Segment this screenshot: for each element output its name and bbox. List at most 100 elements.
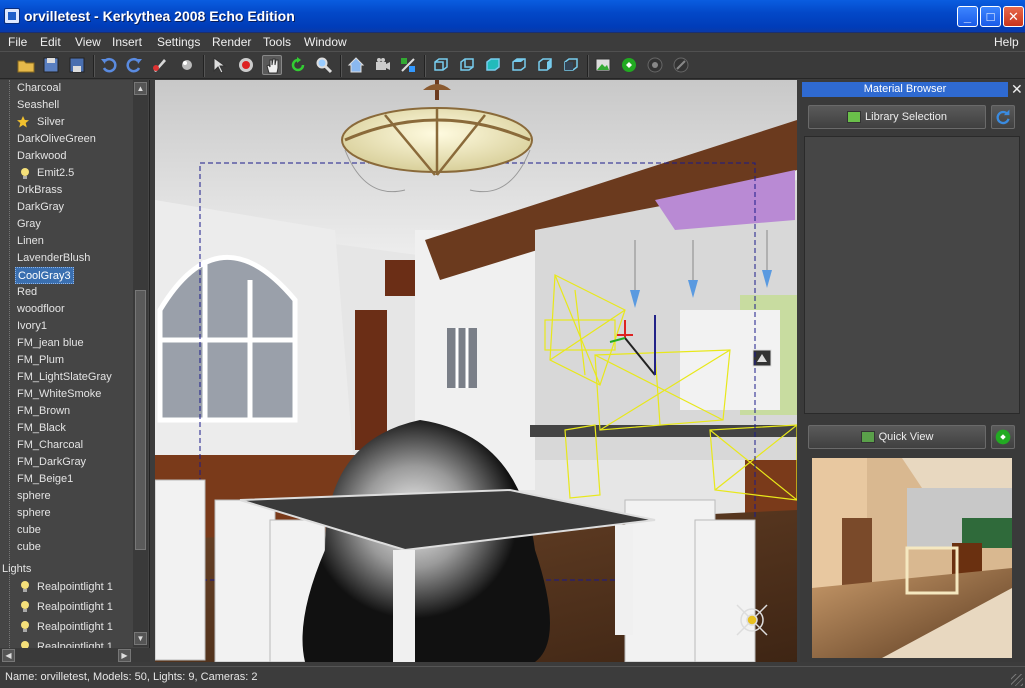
tree-item-material[interactable]: FM_Charcoal bbox=[15, 437, 85, 454]
status-text: Name: orvilletest, Models: 50, Lights: 9… bbox=[5, 671, 258, 683]
tree-item-material[interactable]: FM_jean blue bbox=[15, 335, 86, 352]
save-icon[interactable] bbox=[41, 55, 61, 75]
material-browser-title: Material Browser bbox=[802, 82, 1008, 97]
minimize-button[interactable]: _ bbox=[957, 6, 978, 27]
rotate-icon[interactable] bbox=[288, 55, 308, 75]
redo-icon[interactable] bbox=[124, 55, 144, 75]
panel-close-icon[interactable]: ✕ bbox=[1011, 81, 1023, 98]
tree-item-material[interactable]: FM_WhiteSmoke bbox=[15, 386, 103, 403]
tree-item-material[interactable]: cube bbox=[15, 539, 43, 556]
maximize-button[interactable]: □ bbox=[980, 6, 1001, 27]
tree-item-material[interactable]: FM_Plum bbox=[15, 352, 66, 369]
tree-horizontal-scrollbar[interactable]: ◀ ▶ bbox=[0, 648, 150, 662]
quick-view-label: Quick View bbox=[878, 431, 934, 443]
transform-icon[interactable] bbox=[398, 55, 418, 75]
star-icon bbox=[16, 115, 30, 129]
view-cube-bottom-icon[interactable] bbox=[509, 55, 529, 75]
tree-group-lights[interactable]: Lights bbox=[0, 561, 33, 578]
menu-help[interactable]: Help bbox=[994, 35, 1019, 49]
undo-icon[interactable] bbox=[99, 55, 119, 75]
render-photo-icon[interactable] bbox=[593, 55, 613, 75]
sphere-icon[interactable] bbox=[177, 55, 197, 75]
menu-view[interactable]: View bbox=[75, 35, 101, 49]
render-start-icon[interactable] bbox=[619, 55, 639, 75]
tree-item-material[interactable]: Seashell bbox=[15, 97, 61, 114]
bulb-icon bbox=[18, 600, 32, 614]
window-title: orvilletest - Kerkythea 2008 Echo Editio… bbox=[24, 8, 295, 24]
tree-item-material[interactable]: sphere bbox=[15, 488, 53, 505]
menu-bar: File Edit View Insert Settings Render To… bbox=[0, 33, 1025, 51]
tree-scroll-thumb[interactable] bbox=[135, 290, 146, 550]
app-icon bbox=[4, 8, 20, 24]
pan-hand-icon[interactable] bbox=[262, 55, 282, 75]
tree-item-material[interactable]: Emit2.5 bbox=[35, 165, 76, 182]
home-icon[interactable] bbox=[346, 55, 366, 75]
save-as-icon[interactable] bbox=[67, 55, 87, 75]
quick-render-button[interactable] bbox=[991, 425, 1015, 449]
menu-insert[interactable]: Insert bbox=[112, 35, 142, 49]
menu-edit[interactable]: Edit bbox=[40, 35, 61, 49]
library-selection-label: Library Selection bbox=[865, 111, 947, 123]
tree-item-material[interactable]: sphere bbox=[15, 505, 53, 522]
zoom-icon[interactable] bbox=[314, 55, 334, 75]
paint-icon[interactable] bbox=[150, 55, 170, 75]
tree-item-material[interactable]: FM_Brown bbox=[15, 403, 72, 420]
scene-render bbox=[155, 80, 797, 662]
resize-grip-icon[interactable] bbox=[1011, 674, 1023, 686]
view-cube-left-icon[interactable] bbox=[535, 55, 555, 75]
tree-item-material[interactable]: Linen bbox=[15, 233, 46, 250]
refresh-icon bbox=[996, 109, 1010, 125]
tree-item-material[interactable]: DarkOliveGreen bbox=[15, 131, 98, 148]
menu-window[interactable]: Window bbox=[304, 35, 347, 49]
view-cube-front-icon[interactable] bbox=[431, 55, 451, 75]
tree-item-light[interactable]: Realpointlight 1 bbox=[35, 619, 115, 636]
tree-item-material[interactable]: Silver bbox=[35, 114, 67, 131]
scroll-down-arrow-icon[interactable]: ▼ bbox=[134, 632, 147, 645]
status-bar: Name: orvilletest, Models: 50, Lights: 9… bbox=[0, 666, 1025, 688]
toolbar bbox=[0, 51, 1025, 79]
menu-file[interactable]: File bbox=[8, 35, 27, 49]
view-cube-back-icon[interactable] bbox=[457, 55, 477, 75]
tree-item-material[interactable]: woodfloor bbox=[15, 301, 67, 318]
render-stop-icon[interactable] bbox=[671, 55, 691, 75]
select-arrow-icon[interactable] bbox=[209, 55, 229, 75]
title-bar: orvilletest - Kerkythea 2008 Echo Editio… bbox=[0, 0, 1025, 33]
3d-viewport[interactable] bbox=[155, 80, 797, 662]
quick-view-preview bbox=[812, 458, 1012, 658]
tree-item-material[interactable]: Charcoal bbox=[15, 80, 63, 97]
menu-settings[interactable]: Settings bbox=[157, 35, 200, 49]
tree-item-material[interactable]: CoolGray3 bbox=[15, 267, 74, 284]
menu-render[interactable]: Render bbox=[212, 35, 251, 49]
tree-item-material[interactable]: Ivory1 bbox=[15, 318, 49, 335]
tree-item-material[interactable]: DarkGray bbox=[15, 199, 66, 216]
tree-item-material[interactable]: FM_Beige1 bbox=[15, 471, 75, 488]
library-selection-button[interactable]: Library Selection bbox=[808, 105, 986, 129]
tree-item-material[interactable]: DrkBrass bbox=[15, 182, 64, 199]
menu-tools[interactable]: Tools bbox=[263, 35, 291, 49]
render-gear-icon[interactable] bbox=[645, 55, 665, 75]
open-folder-icon[interactable] bbox=[16, 55, 36, 75]
tree-item-material[interactable]: FM_DarkGray bbox=[15, 454, 88, 471]
camera-icon[interactable] bbox=[372, 55, 392, 75]
tree-item-light[interactable]: Realpointlight 1 bbox=[35, 599, 115, 616]
tree-item-material[interactable]: FM_LightSlateGray bbox=[15, 369, 114, 386]
close-button[interactable]: ✕ bbox=[1003, 6, 1024, 27]
tree-item-material[interactable]: cube bbox=[15, 522, 43, 539]
target-icon[interactable] bbox=[236, 55, 256, 75]
tree-item-material[interactable]: LavenderBlush bbox=[15, 250, 92, 267]
tree-item-material[interactable]: Darkwood bbox=[15, 148, 69, 165]
scroll-right-arrow-icon[interactable]: ▶ bbox=[118, 649, 131, 662]
material-list-area[interactable] bbox=[804, 136, 1020, 414]
view-cube-top-icon[interactable] bbox=[483, 55, 503, 75]
refresh-button[interactable] bbox=[991, 105, 1015, 129]
scene-tree: Charcoal Seashell Silver DarkOliveGreen Dark… bbox=[0, 80, 150, 662]
tree-item-light[interactable]: Realpointlight 1 bbox=[35, 579, 115, 596]
quick-view-button[interactable]: Quick View bbox=[808, 425, 986, 449]
material-browser-panel: Material Browser ✕ Library Selection Qui… bbox=[800, 80, 1025, 662]
scroll-up-arrow-icon[interactable]: ▲ bbox=[134, 82, 147, 95]
scroll-left-arrow-icon[interactable]: ◀ bbox=[2, 649, 15, 662]
tree-item-material[interactable]: FM_Black bbox=[15, 420, 68, 437]
view-cube-right-icon[interactable] bbox=[561, 55, 581, 75]
tree-item-material[interactable]: Red bbox=[15, 284, 39, 301]
tree-item-material[interactable]: Gray bbox=[15, 216, 43, 233]
